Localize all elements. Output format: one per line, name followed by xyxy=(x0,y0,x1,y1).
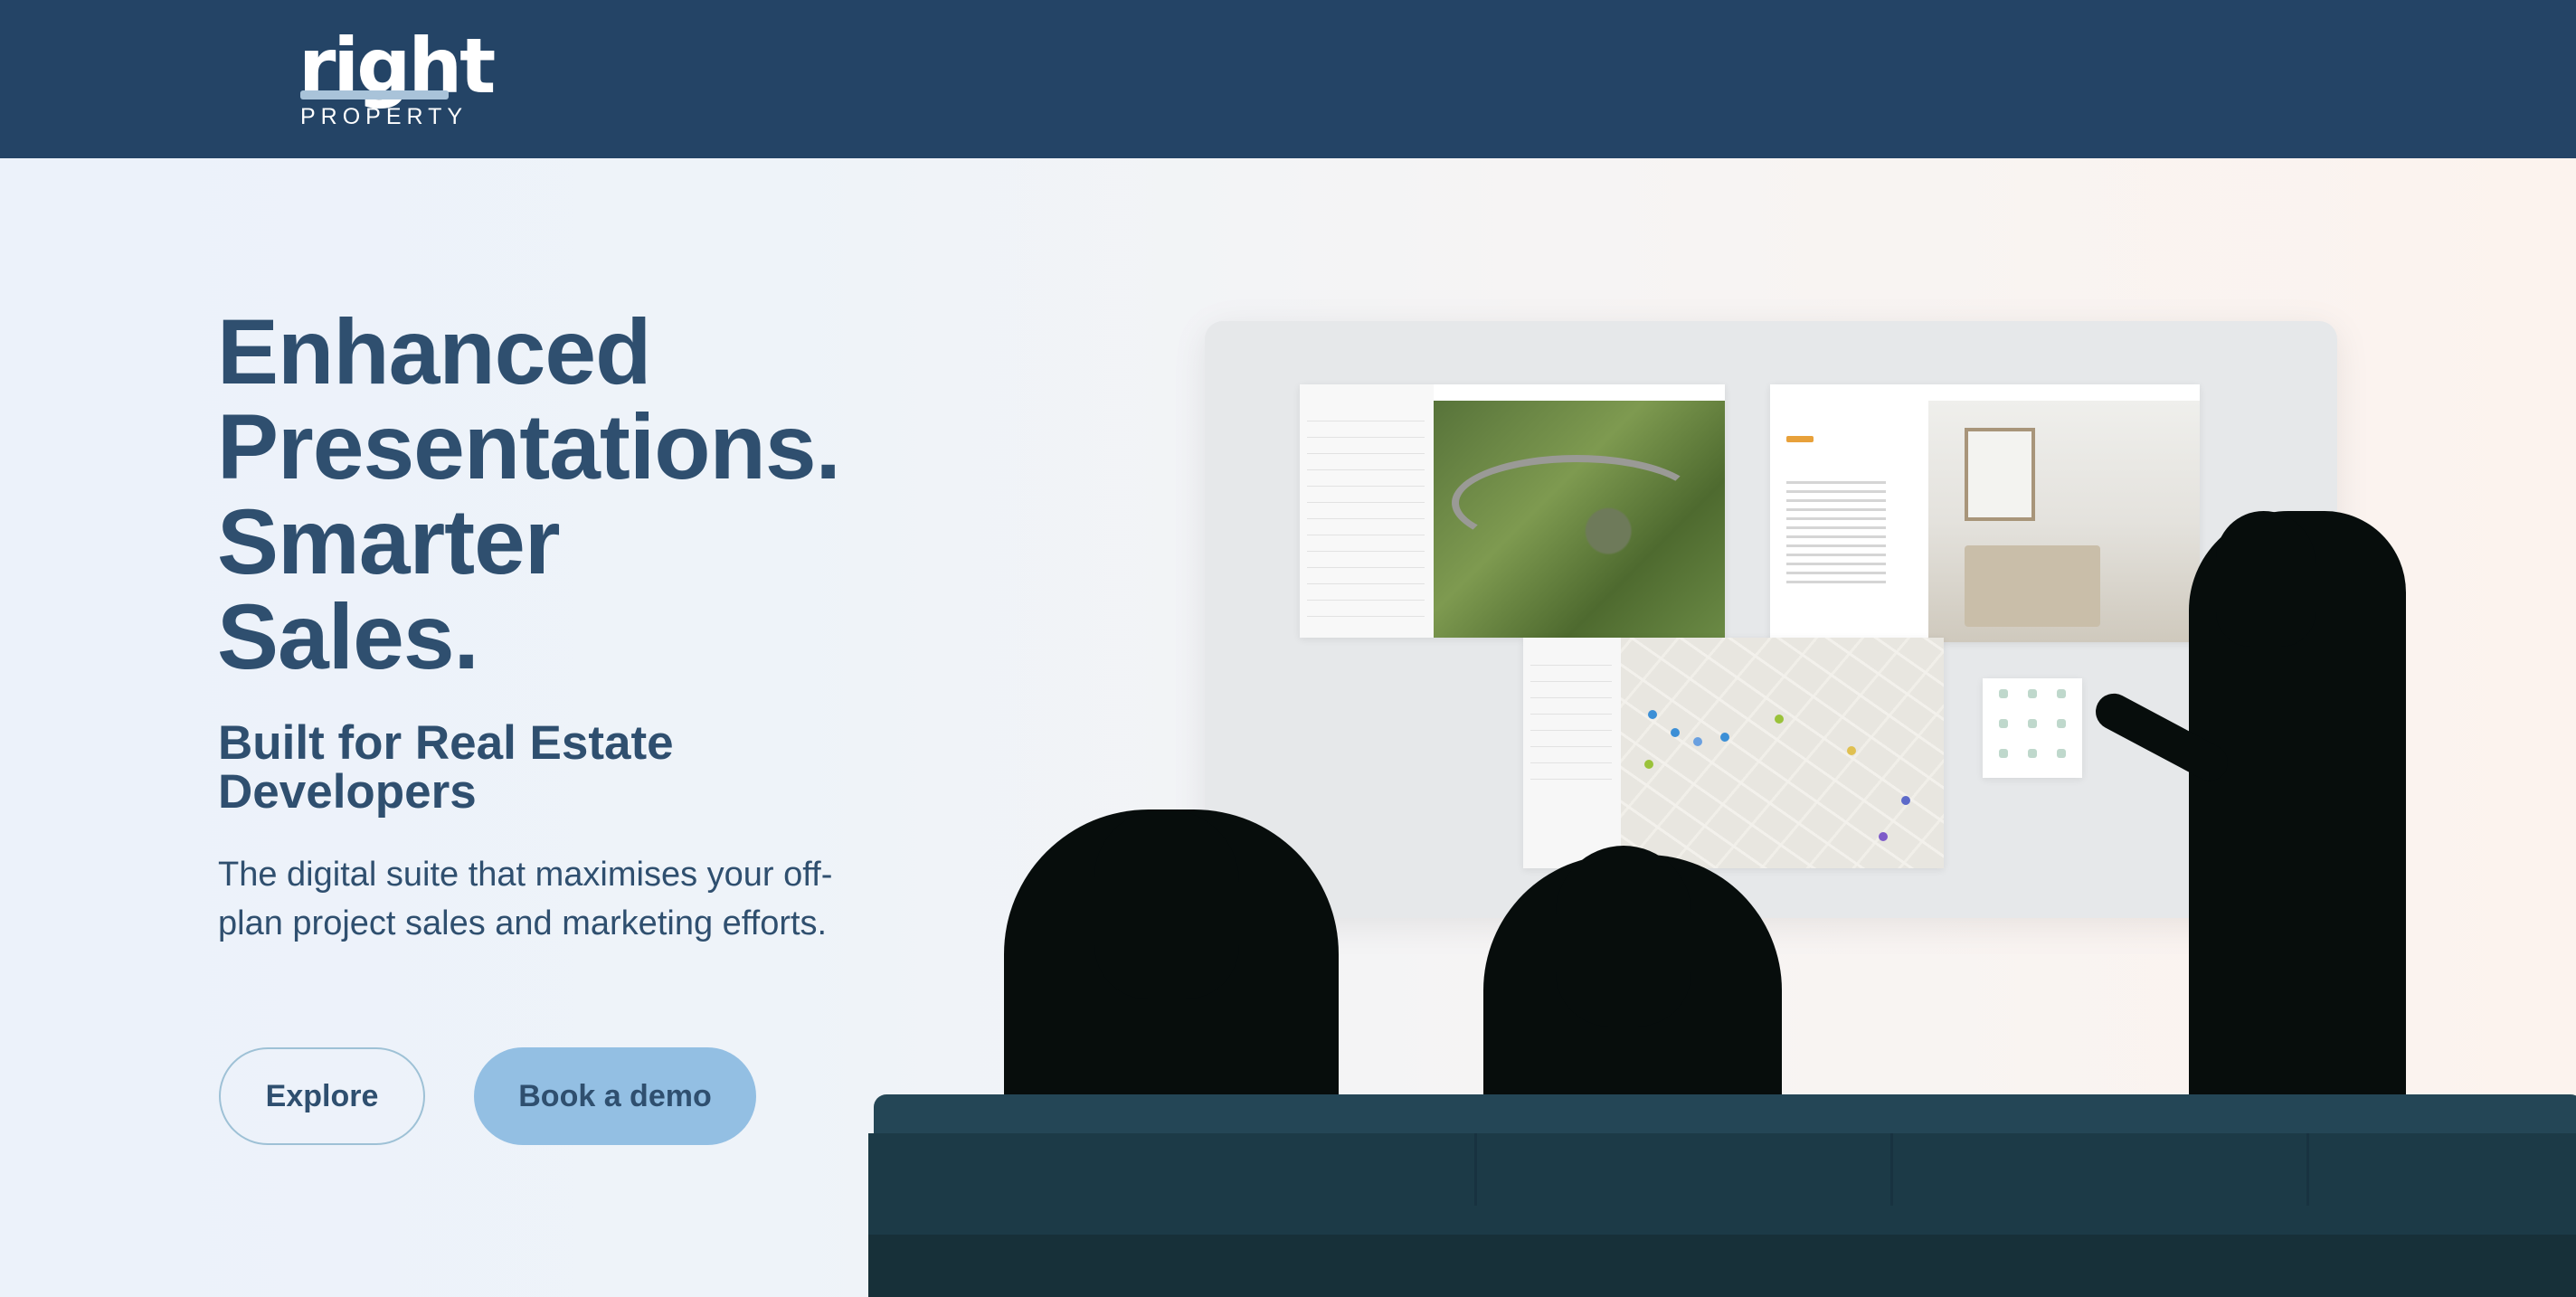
map-category-list xyxy=(1523,638,1621,868)
neighbourhood-map-card xyxy=(1523,638,1944,868)
toolbox-panel xyxy=(1983,678,2082,778)
right-property-logo[interactable]: right PROPERTY xyxy=(298,22,496,130)
headline-line-2: Presentations. xyxy=(217,395,841,498)
site-header: right PROPERTY xyxy=(0,0,2576,158)
logo-underline xyxy=(300,90,449,99)
book-demo-button[interactable]: Book a demo xyxy=(474,1047,756,1145)
headline-line-4: Sales. xyxy=(217,585,479,688)
logo-subtitle: PROPERTY xyxy=(300,104,469,129)
house-feature-list xyxy=(1786,475,1922,590)
headline-line-1: Enhanced xyxy=(217,300,651,403)
site-list-panel xyxy=(1300,384,1434,638)
aerial-site-photo xyxy=(1434,401,1725,638)
explore-button[interactable]: Explore xyxy=(219,1047,425,1145)
neighbourhood-map xyxy=(1621,638,1944,868)
presentation-screen xyxy=(1205,321,2337,918)
site-plan-card xyxy=(1300,384,1725,638)
bathroom-photo xyxy=(1928,401,2200,642)
hero-illustration xyxy=(868,158,2576,1297)
hero-subheadline: Built for Real Estate Developers xyxy=(218,716,674,819)
hero-headline: Enhanced Presentations. Smarter Sales. xyxy=(217,300,841,688)
house-details-card xyxy=(1770,384,2200,642)
hero-description: The digital suite that maximises your of… xyxy=(218,856,833,942)
headline-line-3: Smarter xyxy=(217,490,561,593)
house-status-badge xyxy=(1786,436,1814,442)
